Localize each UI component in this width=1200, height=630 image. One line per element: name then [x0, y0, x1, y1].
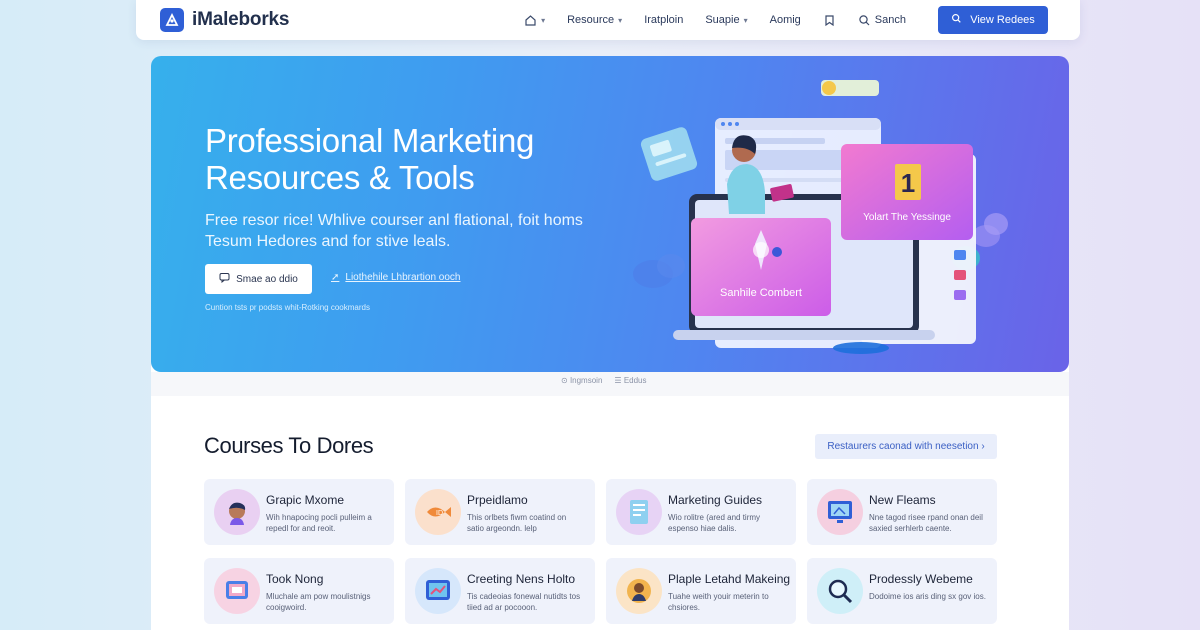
brand[interactable]: iMaleborks [160, 8, 289, 32]
card-title: Took Nong [266, 572, 324, 586]
course-card[interactable]: ID Prpeidlamo This orlbets fiwm coatind … [405, 479, 595, 545]
avatar-icon [214, 489, 260, 535]
brand-logo-icon [160, 8, 184, 32]
arrow-icon: ➚ [331, 272, 340, 283]
course-card[interactable]: Grapic Mxome Wih hnapocing pocli pulleim… [204, 479, 394, 545]
nav-resource[interactable]: Resource ▾ [567, 14, 622, 26]
fish-icon: ID [415, 489, 461, 535]
slider-caption: ⊙ Ingmsoin ☰ Eddus [561, 376, 647, 385]
card-title: Prodessly Webeme [869, 572, 973, 586]
nav-resource-label: Resource [567, 14, 615, 26]
hero-primary-button-label: Smae ao ddio [236, 273, 298, 285]
course-card[interactable]: Prodessly Webeme Dodoime ios aris ding s… [807, 558, 997, 624]
top-navbar: iMaleborks ▾ Resource ▾ Iratploin Suapie… [136, 0, 1080, 40]
svg-text:1: 1 [901, 168, 915, 198]
nav-bookmark[interactable] [823, 14, 836, 27]
course-card[interactable]: Creeting Nens Holto Tis cadeoias fonewal… [405, 558, 595, 624]
hero-primary-button[interactable]: Smae ao ddio [205, 264, 312, 294]
hero-secondary-link-label: Liothehile Lhbrartion ooch [345, 272, 461, 283]
nav-suapie-label: Suapie [705, 14, 740, 26]
hero-title: Professional Marketing Resources & Tools [205, 122, 535, 196]
section-title: Courses To Dores [204, 433, 374, 458]
note-card-icon [640, 127, 698, 181]
slider-caption-left[interactable]: ⊙ Ingmsoin [561, 376, 602, 385]
coin-icon [822, 81, 836, 95]
card-title: Marketing Guides [668, 493, 763, 507]
svg-text:Sanhile Combert: Sanhile Combert [720, 287, 802, 299]
card-title: Plaple Letahd Makeing [668, 572, 791, 586]
card-title: Grapic Mxome [266, 493, 345, 507]
nav-iratploin[interactable]: Iratploin [644, 14, 683, 26]
card-desc: Tis cadeoias fonewal nutidts tos tiied a… [467, 592, 581, 612]
search-icon [951, 13, 962, 27]
card-title: Creeting Nens Holto [467, 572, 576, 586]
card-desc: Wih hnapocing pocli pulleim a repedl for… [266, 513, 372, 533]
card-desc: This orlbets fiwm coatind on satio argeo… [467, 513, 567, 533]
home-icon [524, 14, 537, 27]
hero-subtitle: Free resor rice! Whlive courser anl flat… [205, 212, 583, 250]
course-card[interactable]: Plaple Letahd Makeing Tuahe weith youir … [606, 558, 796, 624]
bookmark-icon [823, 14, 836, 27]
hero-note: Cuntion tsts pr podsts whit-Rotking cook… [205, 303, 370, 312]
course-card[interactable]: Marketing Guides Wio rolitre (ared and t… [606, 479, 796, 545]
magnifier-icon [817, 568, 863, 614]
document-icon [616, 489, 662, 535]
card-title: Prpeidlamo [467, 493, 528, 507]
nav-search-label: Sanch [874, 14, 906, 26]
nav-suapie[interactable]: Suapie ▾ [705, 14, 747, 26]
card-title: New Fleams [869, 493, 936, 507]
course-card[interactable]: New Fleams Nne tagod risee rpand onan de… [807, 479, 997, 545]
nav-home[interactable]: ▾ [524, 14, 545, 27]
search-icon [858, 14, 871, 27]
view-button[interactable]: View Redees [938, 6, 1048, 34]
nav-search[interactable]: Sanch [858, 14, 906, 27]
person-icon [616, 568, 662, 614]
course-card[interactable]: Took Nong Mluchale am pow moulistnigs co… [204, 558, 394, 624]
svg-text:Yolart The Yessinge: Yolart The Yessinge [863, 212, 951, 223]
card-desc: Dodoime ios aris ding sx gov ios. [869, 592, 986, 601]
view-button-label: View Redees [970, 14, 1035, 26]
screen-icon [415, 568, 461, 614]
hero-banner: Professional Marketing Resources & Tools… [151, 56, 1069, 372]
card-desc: Nne tagod risee rpand onan deil saxied s… [869, 513, 983, 533]
svg-text:ID: ID [436, 510, 443, 517]
chevron-down-icon: ▾ [618, 15, 623, 25]
hero-illustration: 1 Yolart The Yessinge Sanhile Combert [633, 80, 1008, 354]
chevron-down-icon: ▾ [541, 15, 546, 25]
nav-iratploin-label: Iratploin [644, 14, 684, 26]
brand-name: iMaleborks [192, 9, 290, 30]
hero-secondary-link[interactable]: ➚ Liothehile Lhbrartion ooch [331, 272, 460, 283]
tablet-icon [214, 568, 260, 614]
chat-icon [219, 272, 230, 286]
nav-aomig[interactable]: Aomig [770, 14, 801, 26]
main-content: Professional Marketing Resources & Tools… [151, 56, 1069, 630]
card-desc: Wio rolitre (ared and tirmy espenso hiae… [668, 513, 761, 533]
chevron-down-icon: ▾ [743, 15, 748, 25]
slider-caption-right[interactable]: ☰ Eddus [614, 376, 646, 385]
card-desc: Mluchale am pow moulistnigs cooigwoird. [266, 592, 371, 612]
card-desc: Tuahe weith youir meterin to chsiores. [668, 592, 769, 612]
nav-aomig-label: Aomig [769, 14, 801, 26]
monitor-icon [817, 489, 863, 535]
section-more-link[interactable]: Restaurers caonad with neesetion › [815, 434, 997, 459]
